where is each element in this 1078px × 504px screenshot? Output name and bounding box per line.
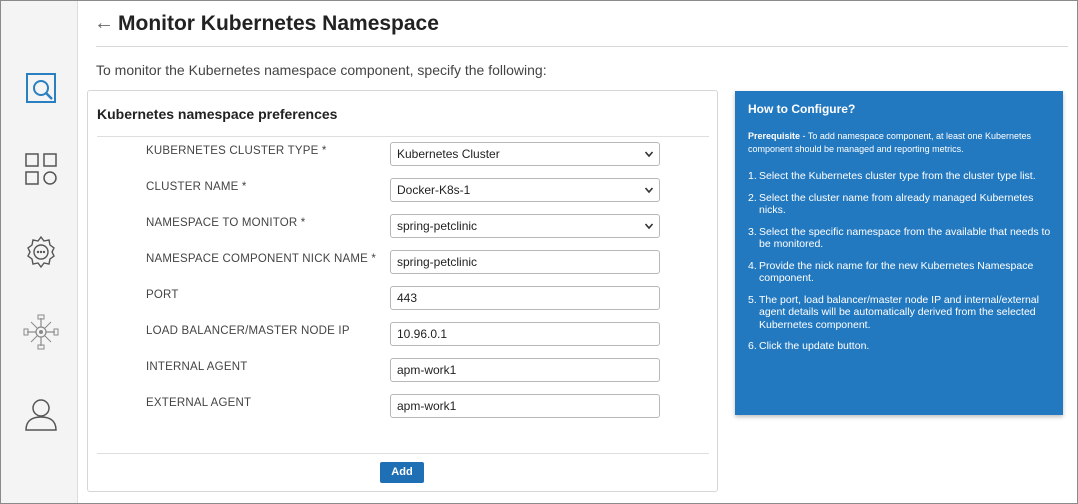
internal-agent-input[interactable]: apm-work1 xyxy=(390,358,660,382)
help-prerequisite: Prerequisite - To add namespace componen… xyxy=(748,130,1051,156)
help-title: How to Configure? xyxy=(748,102,856,116)
help-step: 1. Select the Kubernetes cluster type fro… xyxy=(748,170,1051,183)
header-divider xyxy=(96,46,1068,47)
step-text: Select the Kubernetes cluster type from … xyxy=(759,170,1036,182)
namespace-select[interactable]: spring-petclinic xyxy=(390,214,660,238)
settings-gear-icon[interactable] xyxy=(21,232,61,272)
apps-grid-icon[interactable] xyxy=(21,149,61,189)
cluster-type-select[interactable]: Kubernetes Cluster xyxy=(390,142,660,166)
external-agent-input[interactable]: apm-work1 xyxy=(390,394,660,418)
port-label: PORT xyxy=(146,289,179,301)
chevron-down-icon xyxy=(644,151,654,158)
user-icon[interactable] xyxy=(21,394,61,434)
network-icon[interactable] xyxy=(21,312,61,352)
cluster-name-select[interactable]: Docker-K8s-1 xyxy=(390,178,660,202)
step-number: 6. xyxy=(748,340,757,352)
step-number: 4. xyxy=(748,259,757,272)
external-agent-label: EXTERNAL AGENT xyxy=(146,397,252,409)
port-input[interactable]: 443 xyxy=(390,286,660,310)
help-steps: 1. Select the Kubernetes cluster type fro… xyxy=(748,170,1051,353)
panel-title: Kubernetes namespace preferences xyxy=(97,106,338,122)
chevron-down-icon xyxy=(644,223,654,230)
namespace-value: spring-petclinic xyxy=(397,219,478,233)
help-step: 4. Provide the nick name for the new Kube… xyxy=(748,260,1051,285)
step-number: 3. xyxy=(748,225,757,238)
step-number: 1. xyxy=(748,170,757,182)
page-title: Monitor Kubernetes Namespace xyxy=(118,12,439,35)
cluster-type-value: Kubernetes Cluster xyxy=(397,147,500,161)
sidebar xyxy=(1,1,78,503)
help-step: 5. The port, load balancer/master node IP… xyxy=(748,294,1051,332)
chevron-down-icon xyxy=(644,187,654,194)
cluster-name-value: Docker-K8s-1 xyxy=(397,183,471,197)
help-step: 6. Click the update button. xyxy=(748,340,1051,353)
prerequisite-label: Prerequisite xyxy=(748,131,801,141)
panel-footer-divider xyxy=(97,453,709,454)
nick-name-input[interactable]: spring-petclinic xyxy=(390,250,660,274)
cluster-name-label: CLUSTER NAME * xyxy=(146,181,247,193)
how-to-configure-panel: How to Configure? Prerequisite - To add … xyxy=(735,91,1063,415)
namespace-label: NAMESPACE TO MONITOR * xyxy=(146,217,306,229)
back-arrow-icon[interactable]: ← xyxy=(94,13,114,33)
step-number: 5. xyxy=(748,293,757,306)
step-number: 2. xyxy=(748,191,757,204)
page-header: ← Monitor Kubernetes Namespace xyxy=(78,1,1077,47)
step-text: The port, load balancer/master node IP a… xyxy=(759,293,1039,331)
cluster-type-label: KUBERNETES CLUSTER TYPE * xyxy=(146,145,327,157)
search-icon[interactable] xyxy=(21,68,61,108)
step-text: Select the specific namespace from the a… xyxy=(759,225,1051,251)
add-button[interactable]: Add xyxy=(380,462,424,483)
internal-agent-label: INTERNAL AGENT xyxy=(146,361,248,373)
step-text: Provide the nick name for the new Kubern… xyxy=(759,259,1034,285)
preferences-panel: Kubernetes namespace preferences KUBERNE… xyxy=(87,90,718,492)
help-step: 2. Select the cluster name from already m… xyxy=(748,192,1051,217)
master-node-ip-input[interactable]: 10.96.0.1 xyxy=(390,322,660,346)
panel-divider xyxy=(97,136,709,137)
intro-text: To monitor the Kubernetes namespace comp… xyxy=(96,62,547,78)
step-text: Select the cluster name from already man… xyxy=(759,191,1034,217)
step-text: Click the update button. xyxy=(759,340,870,352)
master-node-ip-label: LOAD BALANCER/MASTER NODE IP xyxy=(146,325,350,337)
help-step: 3. Select the specific namespace from the… xyxy=(748,226,1051,251)
nick-name-label: NAMESPACE COMPONENT NICK NAME * xyxy=(146,253,377,265)
